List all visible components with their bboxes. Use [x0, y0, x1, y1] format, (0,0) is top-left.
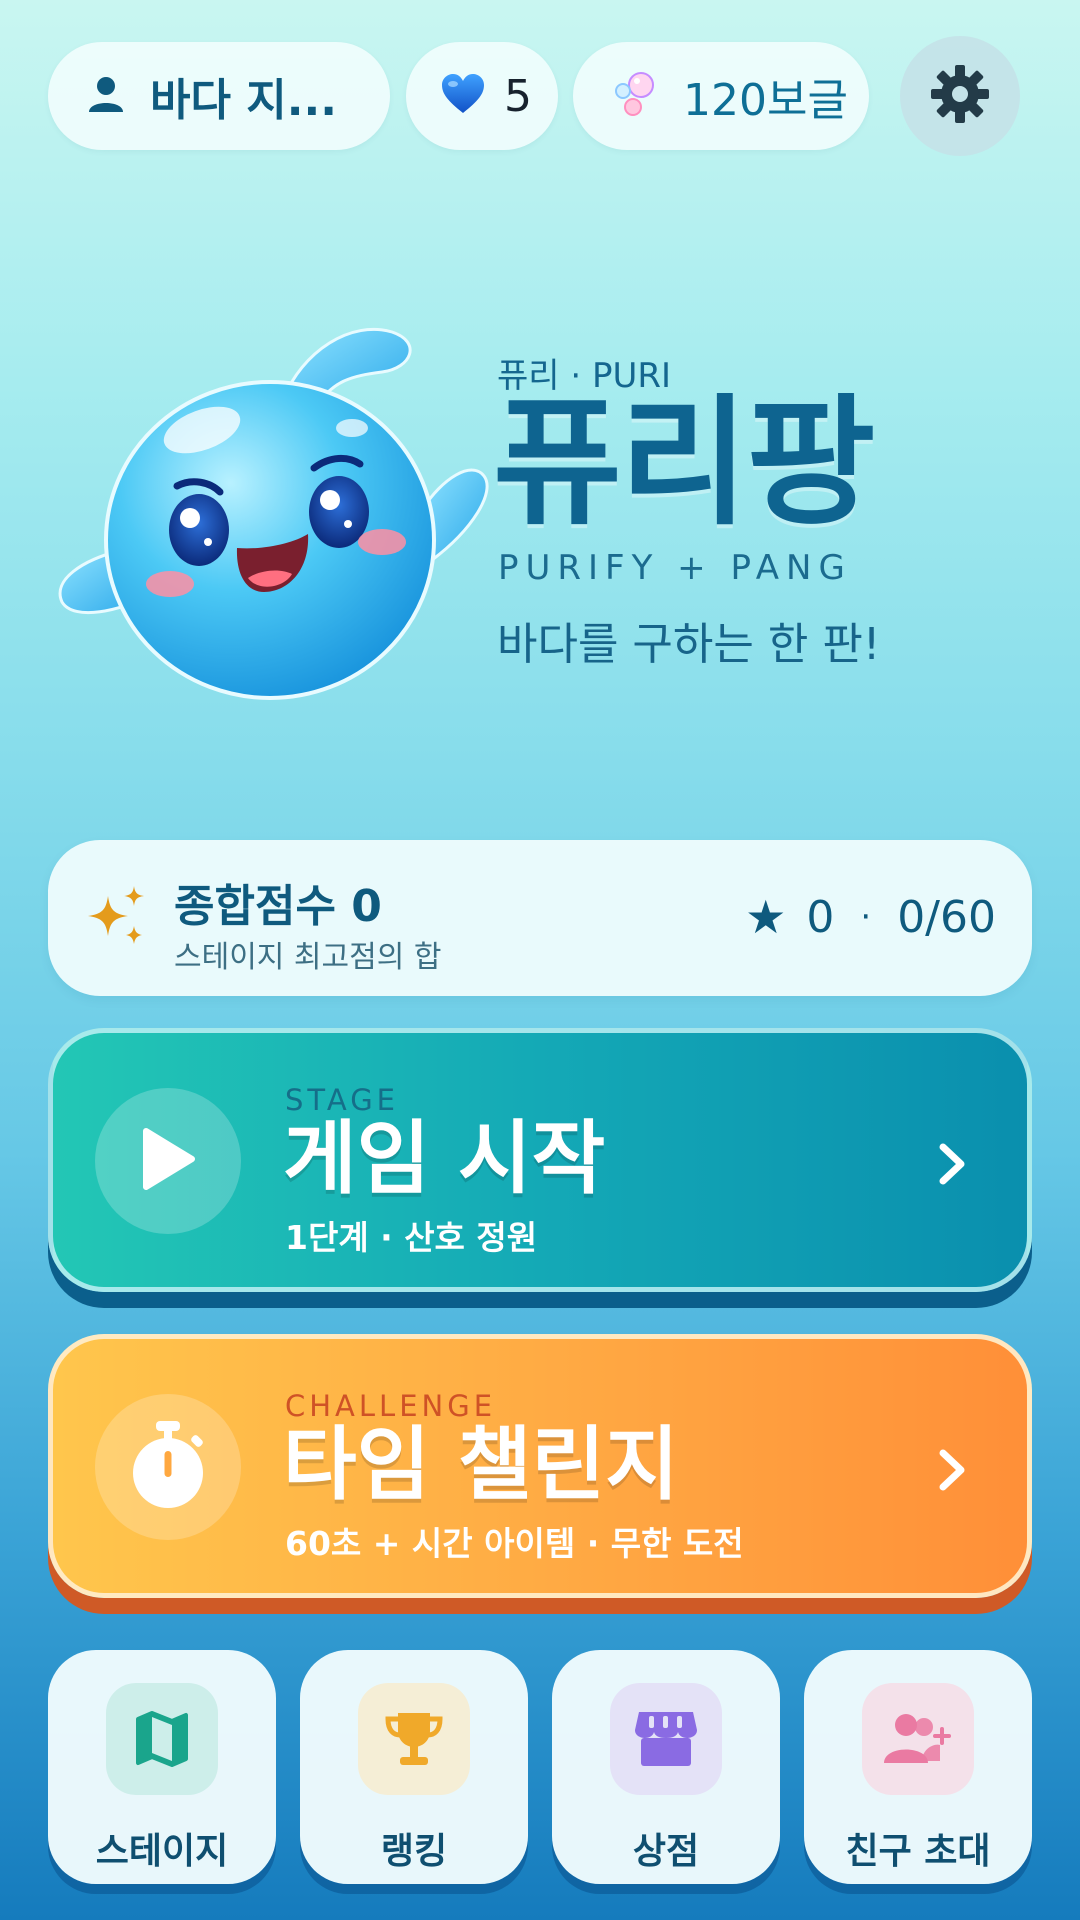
heart-icon — [440, 73, 486, 119]
profile-pill[interactable]: 바다 지... — [48, 42, 390, 150]
add-friend-icon — [862, 1683, 974, 1795]
bubbles-icon — [613, 71, 659, 121]
chevron-right-icon — [937, 1449, 967, 1495]
hero-tagline: 바다를 구하는 한 판! — [497, 619, 881, 670]
trophy-icon — [358, 1683, 470, 1795]
play-icon — [140, 1127, 196, 1195]
nav-ranking-button[interactable]: 랭킹 — [300, 1650, 528, 1884]
nav-stage-label: 스테이지 — [95, 1831, 229, 1872]
nav-shop-button[interactable]: 상점 — [552, 1650, 780, 1884]
start-subtitle: 1단계 · 산호 정원 — [285, 1218, 538, 1257]
game-start-button[interactable]: STAGE 게임 시작 1단계 · 산호 정원 — [48, 1028, 1032, 1292]
hearts-counter[interactable]: 5 — [406, 42, 558, 150]
stopwatch-icon-circle — [95, 1394, 241, 1540]
challenge-subtitle: 60초 + 시간 아이템 · 무한 도전 — [285, 1524, 744, 1563]
chevron-right-icon — [937, 1143, 967, 1189]
gear-icon — [929, 63, 991, 129]
hero-english-subtitle: PURIFY + PANG — [498, 548, 852, 588]
settings-button[interactable] — [900, 36, 1020, 156]
nav-stage-button[interactable]: 스테이지 — [48, 1650, 276, 1884]
profile-name: 바다 지... — [150, 75, 337, 126]
separator-dot: · — [860, 897, 872, 937]
star-count: 0 — [806, 891, 835, 943]
nav-shop-label: 상점 — [632, 1831, 700, 1872]
game-title: 퓨리팡 — [493, 382, 875, 545]
challenge-title: 타임 챌린지 — [283, 1418, 679, 1511]
nav-invite-label: 친구 초대 — [845, 1831, 991, 1872]
total-score-card: 종합점수 0 스테이지 최고점의 합 ★ 0 · 0/60 — [48, 840, 1032, 996]
total-score-title: 종합점수 0 — [174, 881, 382, 932]
user-icon — [86, 74, 126, 118]
puri-mascot — [52, 310, 502, 710]
nav-ranking-label: 랭킹 — [380, 1831, 448, 1872]
stopwatch-icon — [127, 1419, 209, 1515]
bubbles-amount: 120보글 — [683, 75, 848, 126]
map-icon — [106, 1683, 218, 1795]
star-progress: ★ 0 · 0/60 — [745, 890, 996, 944]
play-icon-circle — [95, 1088, 241, 1234]
nav-invite-button[interactable]: 친구 초대 — [804, 1650, 1032, 1884]
sparkle-icon — [84, 884, 148, 952]
hearts-count: 5 — [504, 70, 532, 122]
start-title: 게임 시작 — [283, 1112, 606, 1205]
total-score-subtitle: 스테이지 최고점의 합 — [174, 940, 442, 975]
bubbles-counter[interactable]: 120보글 — [573, 42, 869, 150]
star-icon: ★ — [745, 890, 787, 944]
time-challenge-button[interactable]: CHALLENGE 타임 챌린지 60초 + 시간 아이템 · 무한 도전 — [48, 1334, 1032, 1598]
store-icon — [610, 1683, 722, 1795]
stage-progress: 0/60 — [897, 891, 996, 943]
